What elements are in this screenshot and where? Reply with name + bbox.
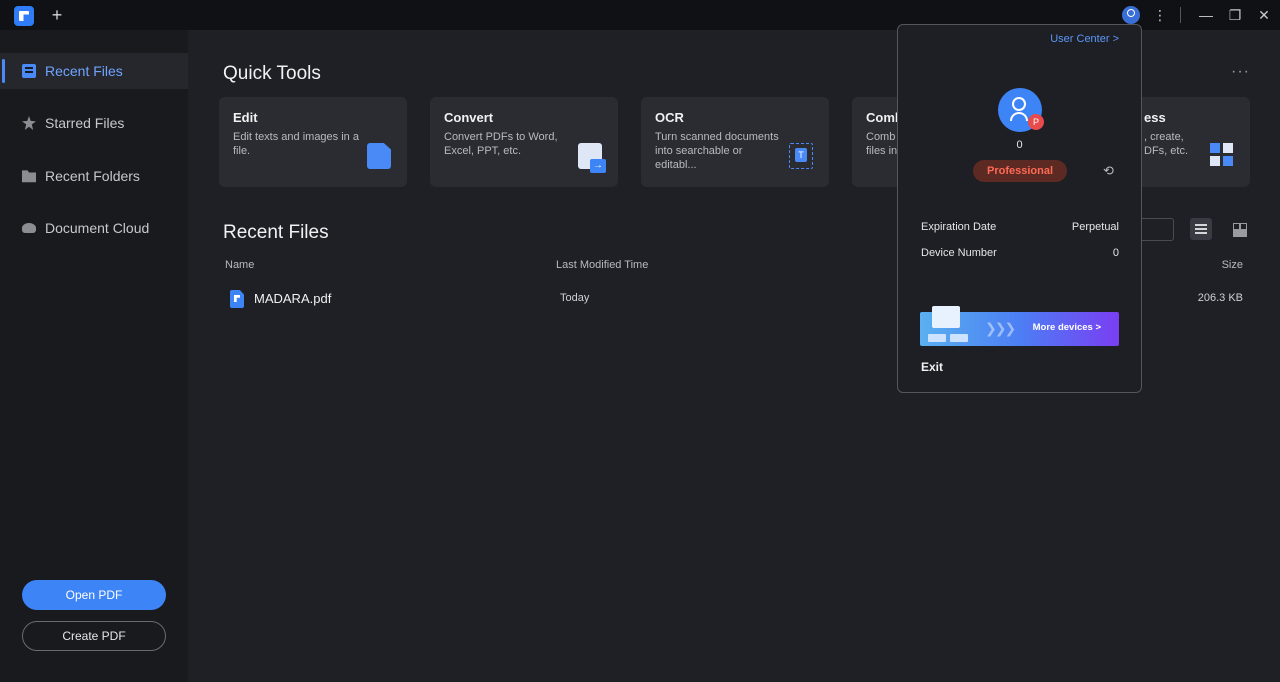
file-size: 206.3 KB (1197, 292, 1243, 304)
minimize-icon[interactable]: — (1197, 6, 1215, 24)
refresh-icon[interactable]: ⟲ (1103, 164, 1117, 178)
more-devices-label: More devices > (1032, 322, 1101, 333)
sidebar-item-label: Document Cloud (45, 220, 150, 236)
create-pdf-button[interactable]: Create PDF (22, 621, 166, 651)
sidebar-item-label: Starred Files (45, 115, 125, 131)
sidebar-item-document-cloud[interactable]: Document Cloud (0, 210, 188, 246)
convert-icon (578, 143, 606, 173)
more-devices-banner[interactable]: ❯❯❯ More devices > (920, 306, 1119, 346)
quick-tools-title: Quick Tools (223, 63, 321, 84)
device-number-value: 0 (1112, 247, 1119, 259)
arrows-icon: ❯❯❯ (985, 320, 1016, 336)
professional-badge-icon: P (1028, 114, 1044, 130)
file-name: MADARA.pdf (254, 291, 332, 306)
close-icon[interactable]: ✕ (1255, 6, 1273, 24)
computer-illustration-icon (932, 306, 960, 328)
device-illustration-icon (950, 334, 968, 342)
edit-icon (367, 143, 391, 169)
new-tab-button[interactable]: + (48, 5, 66, 25)
tool-card-convert[interactable]: Convert Convert PDFs to Word, Excel, PPT… (430, 97, 618, 187)
device-illustration-icon (928, 334, 946, 342)
grid-view-icon[interactable] (1228, 218, 1250, 240)
tool-title: OCR (655, 110, 684, 125)
column-header-modified[interactable]: Last Modified Time (556, 259, 648, 271)
tool-card-edit[interactable]: Edit Edit texts and images in a file. (219, 97, 407, 187)
user-id: 0 (1016, 139, 1023, 151)
column-header-size[interactable]: Size (1222, 259, 1243, 271)
more-options-icon[interactable]: ··· (1231, 63, 1250, 81)
file-modified-time: Today (560, 292, 590, 304)
folder-icon (22, 170, 36, 183)
open-pdf-button[interactable]: Open PDF (22, 580, 166, 610)
list-view-icon[interactable] (1190, 218, 1212, 240)
sidebar-item-label: Recent Folders (45, 168, 140, 184)
sidebar-item-label: Recent Files (45, 63, 123, 79)
recent-files-title: Recent Files (223, 222, 329, 243)
tool-card-ocr[interactable]: OCR Turn scanned documents into searchab… (641, 97, 829, 187)
sidebar-item-starred-files[interactable]: Starred Files (0, 105, 188, 141)
ocr-icon (789, 143, 813, 169)
user-center-link[interactable]: User Center > (1050, 33, 1119, 45)
account-popup: User Center > P 0 Professional ⟲ Expirat… (897, 24, 1142, 393)
tool-description: Turn scanned documents into searchable o… (655, 131, 779, 171)
tool-title: Convert (444, 110, 494, 125)
expiration-date-label: Expiration Date (921, 221, 997, 233)
sidebar-item-recent-folders[interactable]: Recent Folders (0, 158, 188, 194)
sidebar-item-recent-files[interactable]: Recent Files (0, 53, 188, 89)
tool-description: Convert PDFs to Word, Excel, PPT, etc. (444, 131, 558, 157)
titlebar-divider (1180, 7, 1181, 23)
star-icon (22, 116, 36, 130)
document-icon (22, 64, 36, 78)
plan-badge: Professional (973, 160, 1067, 182)
device-number-label: Device Number (921, 247, 997, 259)
restore-icon[interactable]: ❐ (1226, 6, 1244, 24)
column-header-name[interactable]: Name (225, 259, 254, 271)
batch-grid-icon (1210, 143, 1234, 169)
exit-button[interactable]: Exit (921, 360, 943, 374)
expiration-date-value: Perpetual (1071, 221, 1119, 233)
app-logo-icon (14, 6, 34, 26)
user-account-button[interactable] (1122, 6, 1140, 24)
pdf-file-icon (230, 290, 244, 308)
cloud-icon (22, 223, 36, 233)
tool-description: Edit texts and images in a file. (233, 131, 359, 157)
tool-title: Edit (233, 110, 258, 125)
more-options-icon[interactable]: ⋮ (1151, 6, 1169, 24)
